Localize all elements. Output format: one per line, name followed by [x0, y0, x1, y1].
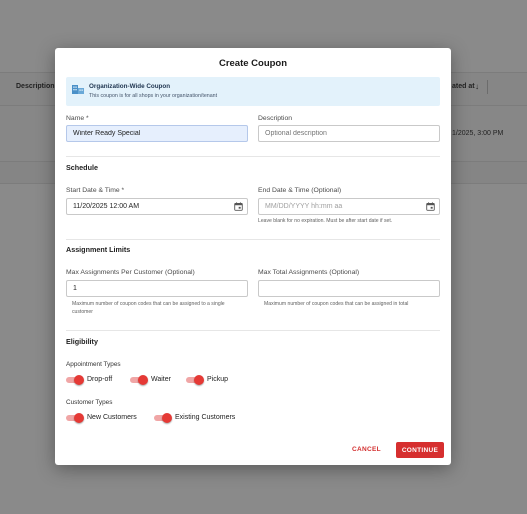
continue-button[interactable]: CONTINUE [396, 442, 444, 458]
building-icon [72, 85, 84, 94]
start-date-input[interactable]: 11/20/2025 12:00 AM [66, 198, 248, 215]
create-coupon-dialog: Create Coupon Organization-Wide Coupon T… [55, 48, 451, 465]
divider [66, 156, 440, 157]
max-total-input[interactable] [258, 280, 440, 297]
max-per-customer-input[interactable] [66, 280, 248, 297]
toggle-label-drop-off: Drop-off [87, 376, 113, 383]
toggle-existing-customers[interactable] [154, 413, 172, 423]
toggle-new-customers[interactable] [66, 413, 84, 423]
toggle-label-existing-customers: Existing Customers [175, 414, 236, 421]
schedule-title: Schedule [66, 163, 98, 172]
name-input[interactable] [66, 125, 248, 142]
name-label: Name * [66, 115, 89, 122]
toggle-pickup[interactable] [186, 375, 204, 385]
max-total-helper: Maximum number of coupon codes that can … [264, 301, 409, 307]
column-description: Description [16, 83, 55, 90]
org-wide-info-banner: Organization-Wide Coupon This coupon is … [66, 77, 440, 106]
end-date-label: End Date & Time (Optional) [258, 187, 342, 194]
start-date-label: Start Date & Time * [66, 187, 125, 194]
info-subtitle: This coupon is for all shops in your org… [89, 93, 218, 99]
calendar-icon[interactable] [426, 202, 435, 211]
description-label: Description [258, 115, 292, 122]
dialog-title: Create Coupon [218, 58, 288, 69]
arrow-down-icon: ↓ [475, 82, 479, 91]
toggle-label-pickup: Pickup [207, 376, 229, 383]
cancel-button[interactable]: CANCEL [352, 446, 381, 453]
end-date-helper: Leave blank for no expiration. Must be a… [258, 218, 393, 224]
toggle-waiter[interactable] [130, 375, 148, 385]
toggle-drop-off[interactable] [66, 375, 84, 385]
end-date-placeholder: MM/DD/YYYY hh:mm aa [265, 203, 343, 210]
assignment-limits-title: Assignment Limits [66, 245, 131, 254]
toggle-label-new-customers: New Customers [87, 414, 137, 421]
divider [66, 239, 440, 240]
divider [66, 330, 440, 331]
row-date: 1/2025, 3:00 PM [452, 130, 504, 137]
description-input[interactable] [258, 125, 440, 142]
max-per-customer-helper: Maximum number of coupon codes that can … [72, 301, 225, 315]
max-total-label: Max Total Assignments (Optional) [258, 269, 360, 276]
toggle-label-waiter: Waiter [151, 376, 171, 383]
column-divider [487, 80, 488, 94]
end-date-input[interactable]: MM/DD/YYYY hh:mm aa [258, 198, 440, 215]
start-date-value: 11/20/2025 12:00 AM [73, 203, 140, 210]
column-created-at: ated at [452, 83, 475, 90]
customer-types-title: Customer Types [66, 399, 113, 406]
eligibility-title: Eligibility [66, 337, 98, 346]
calendar-icon[interactable] [234, 202, 243, 211]
info-title: Organization-Wide Coupon [89, 83, 171, 90]
max-per-customer-label: Max Assignments Per Customer (Optional) [66, 269, 195, 276]
appointment-types-title: Appointment Types [66, 361, 121, 368]
